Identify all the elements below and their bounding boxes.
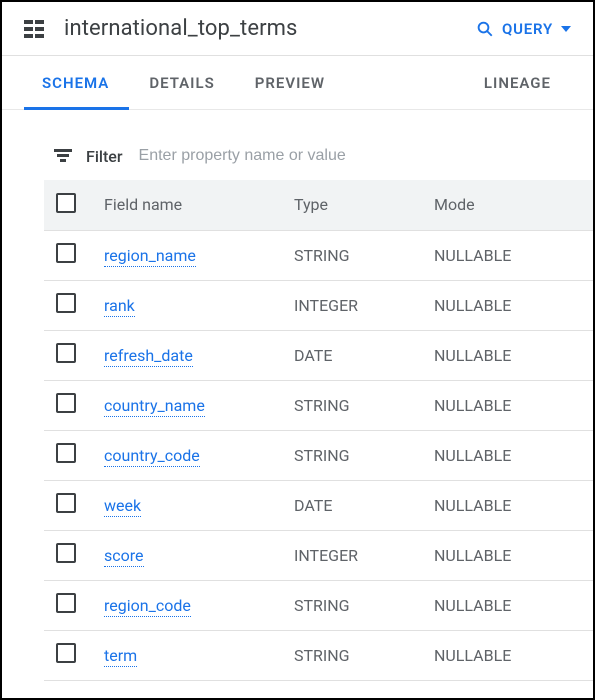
- field-link[interactable]: term: [104, 646, 137, 667]
- field-mode: NULLABLE: [434, 580, 593, 630]
- tab-spacer: [345, 56, 464, 109]
- table-row: country_name STRINGNULLABLE: [44, 380, 593, 430]
- field-type: STRING: [294, 580, 434, 630]
- column-header-mode[interactable]: Mode: [434, 180, 593, 230]
- tab-details[interactable]: DETAILS: [129, 56, 234, 109]
- row-checkbox[interactable]: [56, 593, 76, 613]
- tab-lineage[interactable]: LINEAGE: [464, 56, 571, 109]
- row-checkbox[interactable]: [56, 343, 76, 363]
- search-icon: [476, 20, 494, 38]
- field-type: DATE: [294, 330, 434, 380]
- field-link[interactable]: country_name: [104, 396, 205, 417]
- field-mode: NULLABLE: [434, 380, 593, 430]
- row-checkbox[interactable]: [56, 643, 76, 663]
- field-type: DATE: [294, 480, 434, 530]
- field-link[interactable]: week: [104, 496, 141, 517]
- tab-preview[interactable]: PREVIEW: [235, 56, 345, 109]
- filter-bar: Filter: [44, 140, 593, 180]
- select-all-checkbox[interactable]: [56, 193, 76, 213]
- field-mode: NULLABLE: [434, 480, 593, 530]
- window-frame: international_top_terms QUERY SCHEMADETA…: [0, 0, 595, 700]
- field-type: INTEGER: [294, 530, 434, 580]
- table-row: refresh_date DATENULLABLE: [44, 330, 593, 380]
- field-type: STRING: [294, 430, 434, 480]
- field-type: INTEGER: [294, 280, 434, 330]
- field-link[interactable]: refresh_date: [104, 346, 193, 367]
- page-title: international_top_terms: [64, 16, 458, 41]
- field-mode: NULLABLE: [434, 230, 593, 280]
- filter-input[interactable]: [137, 146, 593, 166]
- field-link[interactable]: country_code: [104, 446, 200, 467]
- field-type: STRING: [294, 230, 434, 280]
- table-row: country_code STRINGNULLABLE: [44, 430, 593, 480]
- schema-table: Field name Type Mode region_nameSTRINGNU…: [44, 180, 593, 681]
- table-row: region_name STRINGNULLABLE: [44, 230, 593, 280]
- header-bar: international_top_terms QUERY: [2, 2, 593, 55]
- field-link[interactable]: region_code: [104, 596, 191, 617]
- query-button[interactable]: QUERY: [476, 20, 571, 38]
- field-mode: NULLABLE: [434, 630, 593, 680]
- row-checkbox[interactable]: [56, 493, 76, 513]
- chevron-down-icon: [561, 26, 571, 32]
- table-row: term STRINGNULLABLE: [44, 630, 593, 680]
- table-row: rank INTEGERNULLABLE: [44, 280, 593, 330]
- row-checkbox[interactable]: [56, 543, 76, 563]
- row-checkbox[interactable]: [56, 243, 76, 263]
- field-link[interactable]: region_name: [104, 246, 196, 267]
- tab-bar: SCHEMADETAILSPREVIEW LINEAGE: [2, 56, 593, 110]
- field-type: STRING: [294, 630, 434, 680]
- query-button-label: QUERY: [502, 20, 553, 38]
- field-link[interactable]: rank: [104, 296, 135, 317]
- table-row: score INTEGERNULLABLE: [44, 530, 593, 580]
- tab-schema[interactable]: SCHEMA: [24, 56, 129, 109]
- table-row: week DATENULLABLE: [44, 480, 593, 530]
- row-checkbox[interactable]: [56, 293, 76, 313]
- filter-icon: [54, 149, 72, 163]
- field-mode: NULLABLE: [434, 530, 593, 580]
- column-header-field-name[interactable]: Field name: [104, 180, 294, 230]
- field-type: STRING: [294, 380, 434, 430]
- column-header-type[interactable]: Type: [294, 180, 434, 230]
- field-mode: NULLABLE: [434, 330, 593, 380]
- row-checkbox[interactable]: [56, 443, 76, 463]
- table-row: region_code STRINGNULLABLE: [44, 580, 593, 630]
- field-mode: NULLABLE: [434, 280, 593, 330]
- schema-panel: Filter Field name Type Mode region_name S…: [2, 110, 593, 698]
- field-link[interactable]: score: [104, 546, 144, 567]
- filter-label: Filter: [86, 147, 123, 166]
- table-icon: [24, 20, 46, 38]
- table-header-row: Field name Type Mode: [44, 180, 593, 230]
- field-mode: NULLABLE: [434, 430, 593, 480]
- row-checkbox[interactable]: [56, 393, 76, 413]
